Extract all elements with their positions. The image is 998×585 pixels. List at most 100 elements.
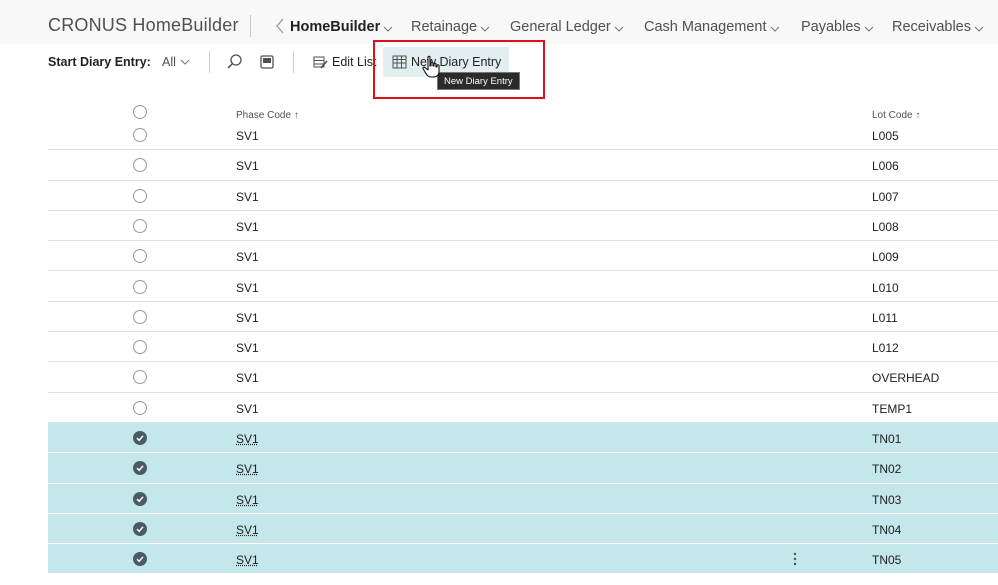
table-row-selected[interactable]: SV1 TN01 bbox=[48, 423, 998, 454]
diary-entry-list: SV1 L005 SV1 L006 SV1 L007 SV1 L008 SV1 … bbox=[48, 120, 998, 585]
chevron-left-icon[interactable] bbox=[274, 17, 286, 35]
tooltip: New Diary Entry bbox=[437, 72, 520, 90]
nav-item-label: General Ledger bbox=[510, 19, 611, 35]
nav-item-retainage[interactable]: Retainage bbox=[411, 19, 490, 35]
row-select-checkbox[interactable] bbox=[133, 218, 147, 233]
action-divider bbox=[209, 51, 210, 73]
row-select-checkbox[interactable] bbox=[133, 370, 147, 385]
lot-code-cell: L008 bbox=[872, 219, 899, 234]
nav-item-label: HomeBuilder bbox=[290, 19, 381, 35]
table-row-selected[interactable]: SV1 TN05 bbox=[48, 544, 998, 575]
table-row-selected[interactable]: SV1 TN04 bbox=[48, 513, 998, 545]
checkmark-icon bbox=[136, 465, 144, 472]
chevron-down-icon bbox=[770, 26, 779, 32]
lot-code-cell: TN02 bbox=[872, 462, 902, 477]
lot-code-cell: TN05 bbox=[872, 553, 902, 568]
row-select-checkbox[interactable] bbox=[133, 431, 147, 445]
lot-code-cell: TN01 bbox=[872, 432, 902, 446]
nav-item-label: Retainage bbox=[411, 19, 478, 35]
chevron-down-icon bbox=[614, 26, 624, 32]
nav-item-receivables[interactable]: Receivables bbox=[892, 19, 984, 35]
hand-cursor-icon bbox=[422, 55, 440, 78]
row-select-checkbox[interactable] bbox=[133, 188, 147, 203]
phase-code-cell[interactable]: SV1 bbox=[236, 462, 259, 476]
row-select-checkbox[interactable] bbox=[133, 400, 147, 415]
nav-item-payables[interactable]: Payables bbox=[801, 19, 874, 35]
highlight-annotation bbox=[373, 40, 545, 99]
checkmark-icon bbox=[136, 435, 144, 442]
table-row[interactable]: SV1 L007 bbox=[48, 181, 998, 211]
phase-code-cell[interactable]: SV1 bbox=[236, 341, 259, 355]
phase-code-cell[interactable]: SV1 bbox=[236, 432, 259, 446]
phase-code-cell[interactable]: SV1 bbox=[236, 220, 259, 234]
select-all-checkbox[interactable] bbox=[133, 105, 147, 119]
lot-code-cell: OVERHEAD bbox=[872, 371, 940, 386]
lot-code-cell: TN03 bbox=[872, 492, 902, 507]
more-options-icon[interactable] bbox=[790, 551, 800, 567]
phase-code-cell[interactable]: SV1 bbox=[236, 493, 259, 507]
checkmark-icon bbox=[136, 495, 144, 502]
table-row[interactable]: SV1 L012 bbox=[48, 332, 998, 363]
start-diary-entry-label: Start Diary Entry: bbox=[48, 55, 151, 69]
nav-item-homebuilder[interactable]: HomeBuilder bbox=[290, 19, 393, 35]
top-navigation: CRONUS HomeBuilder HomeBuilder Retainage… bbox=[0, 0, 998, 44]
nav-divider bbox=[250, 15, 251, 37]
table-row[interactable]: SV1 L011 bbox=[48, 302, 998, 333]
phase-code-cell[interactable]: SV1 bbox=[236, 553, 259, 567]
row-select-checkbox[interactable] bbox=[133, 249, 147, 264]
lot-code-cell: TN04 bbox=[872, 522, 902, 537]
table-row-selected[interactable]: SV1 TN02 bbox=[48, 453, 998, 484]
phase-code-cell[interactable]: SV1 bbox=[236, 311, 259, 325]
table-row[interactable]: SV1 L009 bbox=[48, 241, 998, 272]
checkmark-icon bbox=[136, 526, 144, 533]
table-row[interactable]: SV1 L005 bbox=[48, 120, 998, 151]
row-select-checkbox[interactable] bbox=[133, 158, 147, 173]
edit-list-label: Edit List bbox=[332, 55, 377, 69]
checkmark-icon bbox=[136, 556, 144, 563]
chevron-down-icon bbox=[180, 59, 190, 65]
row-select-checkbox[interactable] bbox=[133, 279, 147, 294]
view-filter-dropdown[interactable]: All bbox=[162, 55, 190, 69]
chevron-down-icon bbox=[864, 26, 874, 32]
lot-code-cell: L010 bbox=[872, 280, 899, 295]
table-row[interactable]: SV1 L006 bbox=[48, 150, 998, 181]
lot-code-cell: L011 bbox=[872, 310, 898, 325]
edit-list-button[interactable]: Edit List bbox=[313, 52, 376, 72]
lot-code-cell: L006 bbox=[872, 159, 899, 174]
phase-code-cell[interactable]: SV1 bbox=[236, 159, 259, 173]
phase-code-cell[interactable]: SV1 bbox=[236, 190, 259, 204]
lot-code-cell: L009 bbox=[872, 250, 899, 265]
search-icon[interactable] bbox=[226, 53, 244, 71]
lot-code-cell: L007 bbox=[872, 189, 899, 204]
phase-code-cell[interactable]: SV1 bbox=[236, 371, 259, 385]
nav-item-label: Cash Management bbox=[644, 19, 767, 35]
chevron-down-icon bbox=[974, 26, 984, 32]
row-select-checkbox[interactable] bbox=[133, 340, 147, 355]
row-select-checkbox[interactable] bbox=[133, 552, 147, 567]
phase-code-cell[interactable]: SV1 bbox=[236, 402, 259, 416]
lot-code-cell: L012 bbox=[872, 341, 899, 356]
view-filter-value: All bbox=[162, 55, 176, 69]
row-select-checkbox[interactable] bbox=[133, 309, 147, 324]
nav-item-cash-management[interactable]: Cash Management bbox=[644, 19, 780, 35]
table-row[interactable]: SV1 TEMP1 bbox=[48, 393, 998, 423]
phase-code-cell[interactable]: SV1 bbox=[236, 129, 259, 143]
edit-list-icon bbox=[313, 56, 328, 69]
phase-code-cell[interactable]: SV1 bbox=[236, 281, 259, 295]
phase-code-cell[interactable]: SV1 bbox=[236, 523, 259, 537]
table-row[interactable]: SV1 OVERHEAD bbox=[48, 362, 998, 393]
row-select-checkbox[interactable] bbox=[133, 521, 147, 536]
table-row[interactable]: SV1 L010 bbox=[48, 272, 998, 302]
nav-item-label: Payables bbox=[801, 19, 861, 35]
row-select-checkbox[interactable] bbox=[133, 491, 147, 506]
row-select-checkbox[interactable] bbox=[133, 461, 147, 476]
nav-item-general-ledger[interactable]: General Ledger bbox=[510, 19, 624, 35]
phase-code-cell[interactable]: SV1 bbox=[236, 250, 259, 264]
row-select-checkbox[interactable] bbox=[133, 128, 147, 142]
nav-item-label: Receivables bbox=[892, 19, 971, 35]
filter-pane-icon[interactable] bbox=[258, 53, 276, 71]
table-row-selected[interactable]: SV1 TN03 bbox=[48, 483, 998, 514]
lot-code-cell: TEMP1 bbox=[872, 401, 913, 416]
table-row[interactable]: SV1 L008 bbox=[48, 211, 998, 242]
action-divider bbox=[293, 51, 294, 73]
